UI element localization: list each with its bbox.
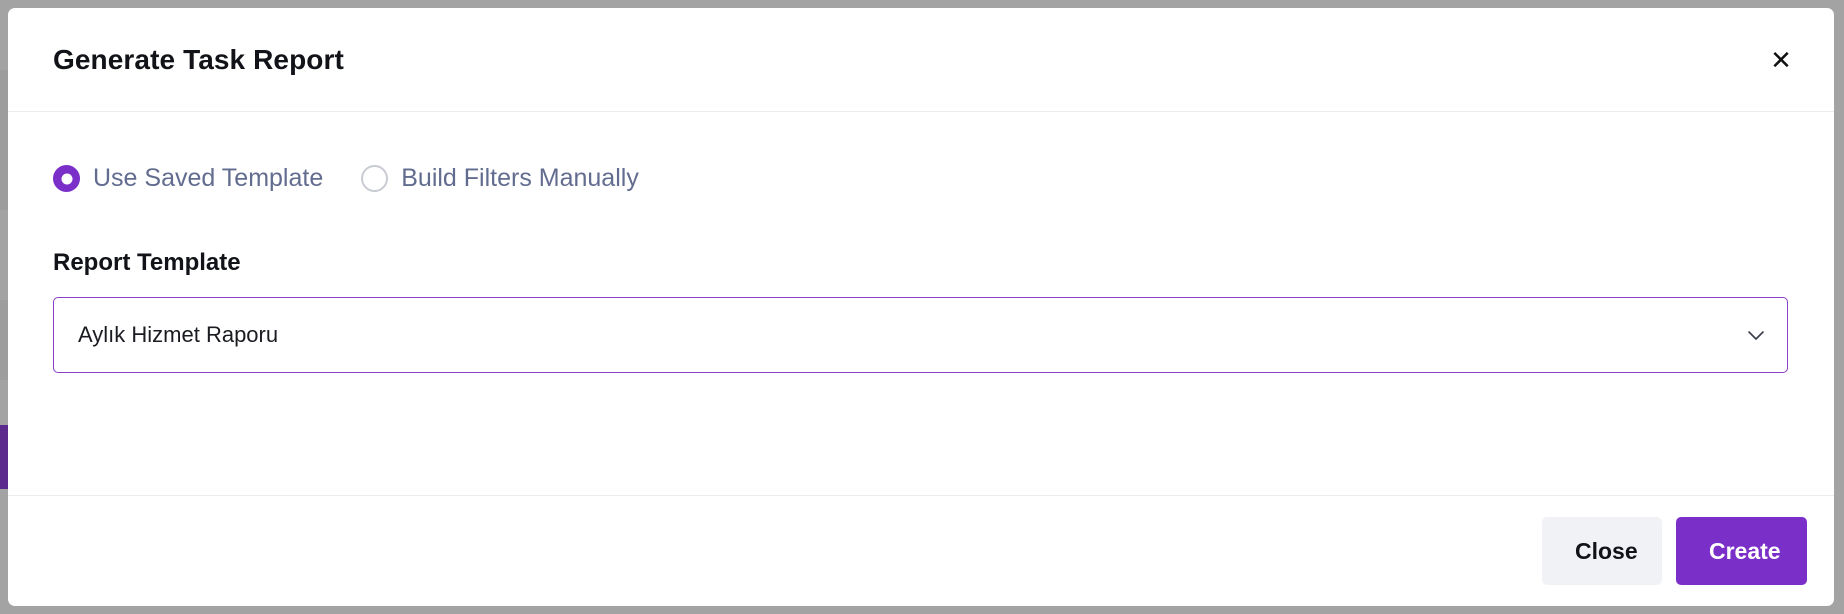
chevron-down-icon xyxy=(1748,331,1764,340)
select-value: Aylık Hizmet Raporu xyxy=(78,322,279,347)
radio-label: Use Saved Template xyxy=(93,164,324,192)
radio-use-saved-template[interactable]: Use Saved Template xyxy=(53,164,323,193)
modal-body: Use Saved Template Build Filters Manuall… xyxy=(8,112,1834,495)
modal-header: Generate Task Report ✕ xyxy=(8,8,1834,112)
report-template-label: Report Template xyxy=(53,249,241,276)
radio-label: Build Filters Manually xyxy=(401,164,639,192)
radio-button-unchecked[interactable] xyxy=(361,165,389,192)
create-button[interactable]: Create xyxy=(1676,517,1807,585)
close-button[interactable]: Close xyxy=(1542,517,1662,585)
modal-footer: Close Create xyxy=(8,495,1834,606)
generate-report-modal: Generate Task Report ✕ Use Saved Templat… xyxy=(8,8,1834,606)
modal-title: Generate Task Report xyxy=(53,43,344,75)
radio-button-checked[interactable] xyxy=(53,165,80,192)
close-icon[interactable]: ✕ xyxy=(1764,43,1798,77)
report-mode-radio-group: Use Saved Template Build Filters Manuall… xyxy=(53,164,639,193)
radio-build-filters-manually[interactable]: Build Filters Manually xyxy=(361,164,639,193)
report-template-select[interactable]: Aylık Hizmet Raporu xyxy=(53,297,1788,373)
